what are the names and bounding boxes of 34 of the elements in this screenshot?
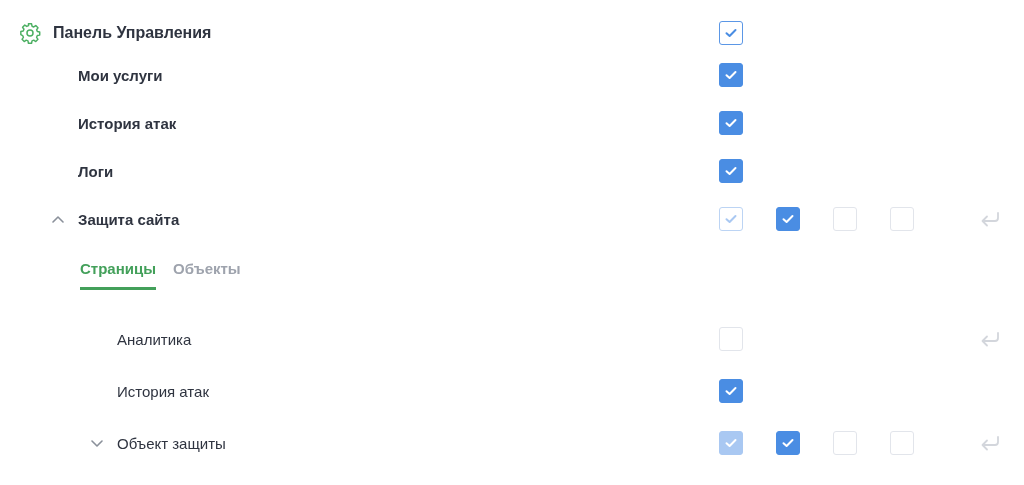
gear-icon [19,22,41,44]
checkbox[interactable] [719,63,743,87]
return-icon[interactable] [980,331,1000,347]
chevron-up-icon[interactable] [52,214,64,224]
row-label: Защита сайта [78,210,180,228]
checkmark-icon [725,386,737,396]
tab[interactable]: Объекты [173,259,241,290]
chevron-down-icon[interactable] [91,438,103,448]
checkmark-icon [725,166,737,176]
checkbox[interactable] [719,111,743,135]
checkmark-icon [725,118,737,128]
checkbox[interactable] [719,21,743,45]
return-icon[interactable] [980,435,1000,451]
checkbox[interactable] [776,207,800,231]
checkbox[interactable] [719,379,743,403]
row-label: Логи [78,162,114,180]
checkmark-icon [725,28,737,38]
row-label: Мои услуги [78,66,163,84]
row-label: История атак [78,114,177,132]
return-icon[interactable] [980,211,1000,227]
row-label: История атак [117,382,209,400]
checkmark-icon [782,214,794,224]
tab[interactable]: Страницы [80,259,156,290]
row-label: Объект защиты [117,434,226,452]
checkmark-icon [782,438,794,448]
checkbox[interactable] [776,431,800,455]
checkbox[interactable] [719,431,743,455]
checkmark-icon [725,214,737,224]
checkmark-icon [725,438,737,448]
checkbox[interactable] [719,207,743,231]
checkmark-icon [725,70,737,80]
row-label: Аналитика [117,330,192,348]
section-title: Панель Управления [53,24,212,42]
checkbox[interactable] [719,159,743,183]
